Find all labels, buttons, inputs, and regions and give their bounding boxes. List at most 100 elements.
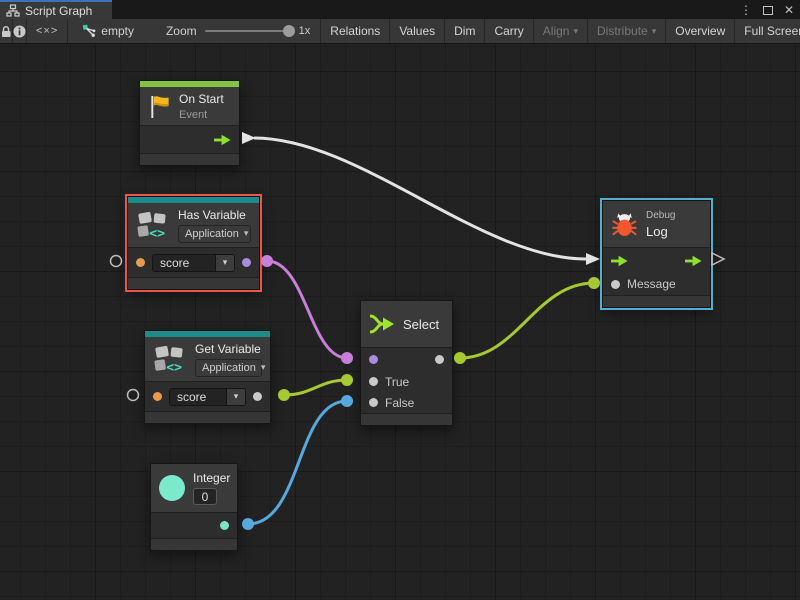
- node-has-variable[interactable]: <> Has Variable Application ▾ score ▾: [127, 196, 260, 290]
- svg-text:<>: <>: [149, 226, 165, 240]
- true-port-label: True: [385, 375, 409, 389]
- zoom-slider-knob[interactable]: [283, 25, 295, 37]
- message-port-label: Message: [627, 277, 676, 291]
- name-input-port[interactable]: [136, 258, 145, 267]
- maximize-icon[interactable]: [763, 6, 773, 15]
- tab-script-graph[interactable]: Script Graph: [0, 0, 112, 19]
- overview-label: Overview: [675, 24, 725, 38]
- port-row-message: Message: [603, 273, 710, 295]
- condition-input-port[interactable]: [369, 355, 378, 364]
- flag-icon: [148, 94, 171, 119]
- dim-label: Dim: [454, 24, 475, 38]
- values-button[interactable]: Values: [390, 19, 445, 43]
- carry-button[interactable]: Carry: [485, 19, 533, 43]
- distribute-dropdown-button[interactable]: Distribute ▾: [588, 19, 666, 43]
- active-tab-accent-line: [0, 0, 112, 2]
- result-output-port[interactable]: [242, 258, 251, 267]
- chevron-down-icon: ▾: [261, 362, 266, 373]
- variable-name-field[interactable]: score ▾: [169, 388, 246, 406]
- graph-pointer-icon: [82, 24, 96, 38]
- variable-kind-value: Application: [202, 362, 256, 374]
- script-graph-icon: [6, 4, 20, 17]
- node-header: Debug Log: [603, 201, 710, 247]
- unconnected-control-out-debuglog[interactable]: [712, 253, 724, 265]
- value-output-port[interactable]: [253, 392, 262, 401]
- true-input-port[interactable]: [369, 377, 378, 386]
- zoom-to-fit-button[interactable]: <×>: [27, 19, 68, 43]
- window-controls: ⋮ ✕: [740, 1, 794, 19]
- node-title: Get Variable: [195, 342, 262, 356]
- graph-canvas[interactable]: On Start Event <> Has Variable: [0, 44, 800, 600]
- zoom-to-fit-icon: <×>: [36, 25, 58, 37]
- svg-text:<>: <>: [166, 360, 182, 374]
- variable-name-field[interactable]: score ▾: [152, 254, 235, 272]
- variable-name-dropdown-button[interactable]: ▾: [215, 255, 234, 271]
- zoom-slider[interactable]: [205, 30, 293, 32]
- integer-output-port[interactable]: [220, 521, 229, 530]
- node-debug-log[interactable]: Debug Log Message: [602, 200, 711, 308]
- name-input-port[interactable]: [153, 392, 162, 401]
- variable-icon: <>: [136, 210, 170, 240]
- variable-icon: <>: [153, 344, 187, 374]
- bug-icon: [611, 210, 638, 238]
- zoom-control: Zoom 1x: [166, 24, 320, 38]
- variable-kind-dropdown[interactable]: Application ▾: [178, 225, 251, 243]
- zoom-value: 1x: [299, 25, 311, 37]
- tab-label: Script Graph: [25, 4, 92, 18]
- lock-button[interactable]: [0, 19, 13, 43]
- wire-getvariable-to-select-true[interactable]: [278, 374, 353, 401]
- node-subtitle: Event: [179, 109, 224, 121]
- wire-onstart-to-debuglog[interactable]: [242, 132, 600, 265]
- control-input-port[interactable]: [611, 255, 628, 267]
- close-icon[interactable]: ✕: [784, 4, 794, 16]
- node-on-start[interactable]: On Start Event: [139, 80, 240, 166]
- graph-name-label: empty: [101, 24, 134, 38]
- info-button[interactable]: [13, 19, 27, 43]
- port-row: score ▾: [145, 381, 270, 411]
- full-screen-label: Full Screen: [744, 24, 800, 38]
- false-input-port[interactable]: [369, 398, 378, 407]
- variable-kind-value: Application: [185, 228, 239, 240]
- chevron-down-icon: ▾: [234, 391, 239, 402]
- variable-name-value: score: [170, 389, 226, 405]
- node-footer: [603, 295, 710, 307]
- chevron-down-icon: ▾: [652, 26, 657, 37]
- node-footer: [145, 411, 270, 423]
- dim-button[interactable]: Dim: [445, 19, 485, 43]
- toolbar-middle: empty Zoom 1x: [68, 19, 320, 43]
- relations-button[interactable]: Relations: [320, 19, 390, 43]
- node-get-variable[interactable]: <> Get Variable Application ▾ score ▾: [144, 330, 271, 424]
- selection-output-port[interactable]: [435, 355, 444, 364]
- variable-kind-dropdown[interactable]: Application ▾: [195, 359, 262, 377]
- wire-hasvariable-to-select[interactable]: [261, 255, 353, 364]
- wire-select-to-debuglog-message[interactable]: [454, 277, 600, 364]
- message-input-port[interactable]: [611, 280, 620, 289]
- node-header: Integer 0: [151, 464, 237, 512]
- graph-breadcrumb[interactable]: empty: [82, 24, 134, 38]
- chevron-down-icon: ▾: [573, 26, 578, 37]
- node-footer: [361, 413, 452, 425]
- control-output-port[interactable]: [685, 255, 702, 267]
- overview-button[interactable]: Overview: [666, 19, 735, 43]
- align-dropdown-button[interactable]: Align ▾: [534, 19, 588, 43]
- unconnected-port-getvariable-fallback[interactable]: [128, 390, 139, 401]
- unconnected-port-hasvariable-fallback[interactable]: [111, 256, 122, 267]
- node-footer: [151, 538, 237, 550]
- port-row: [140, 125, 239, 153]
- node-title: On Start: [179, 92, 224, 106]
- node-header: <> Has Variable Application ▾: [128, 203, 259, 247]
- node-select[interactable]: Select True False: [360, 300, 453, 426]
- integer-literal-icon: [159, 475, 185, 501]
- node-header: Select: [361, 301, 452, 347]
- control-output-port[interactable]: [214, 134, 231, 146]
- variable-name-dropdown-button[interactable]: ▾: [226, 389, 245, 405]
- port-row: [151, 512, 237, 538]
- window-menu-icon[interactable]: ⋮: [740, 4, 752, 16]
- zoom-label: Zoom: [166, 24, 197, 38]
- full-screen-button[interactable]: Full Screen: [735, 19, 800, 43]
- node-integer[interactable]: Integer 0: [150, 463, 238, 551]
- node-title: Log: [646, 224, 675, 239]
- port-row-true: True: [361, 371, 452, 392]
- carry-label: Carry: [494, 24, 523, 38]
- integer-value-field[interactable]: 0: [193, 488, 217, 505]
